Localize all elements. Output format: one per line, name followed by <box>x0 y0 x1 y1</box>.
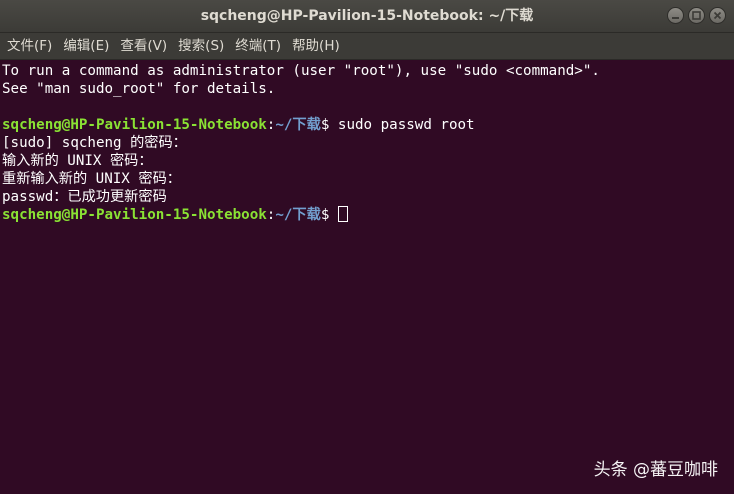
terminal-line: 重新输入新的 UNIX 密码： <box>2 171 181 187</box>
minimize-button[interactable] <box>667 7 684 24</box>
title-bar[interactable]: sqcheng@HP-Pavilion-15-Notebook: ~/下载 <box>0 0 734 33</box>
terminal-line: passwd：已成功更新密码 <box>2 189 167 205</box>
command-text: sudo passwd root <box>337 117 475 133</box>
terminal-line: To run a command as administrator (user … <box>2 63 600 79</box>
menu-item-edit[interactable]: 编辑(E) <box>63 33 109 60</box>
window-title: sqcheng@HP-Pavilion-15-Notebook: ~/下载 <box>200 8 534 24</box>
prompt-path: ~/下载 <box>275 207 321 223</box>
menu-item-search[interactable]: 搜索(S) <box>178 33 224 60</box>
terminal-scrollbar[interactable] <box>728 60 734 494</box>
menu-bar: 文件(F) 编辑(E) 查看(V) 搜索(S) 终端(T) 帮助(H) <box>0 33 734 60</box>
terminal-window: sqcheng@HP-Pavilion-15-Notebook: ~/下载 文件… <box>0 0 734 494</box>
prompt-user: sqcheng@HP-Pavilion-15-Notebook <box>2 117 267 133</box>
terminal-output[interactable]: To run a command as administrator (user … <box>0 60 734 494</box>
prompt-path: ~/下载 <box>275 117 321 133</box>
prompt-dollar: $ <box>320 117 338 133</box>
menu-item-view[interactable]: 查看(V) <box>120 33 167 60</box>
menu-item-help[interactable]: 帮助(H) <box>292 33 340 60</box>
watermark: 头条 @蕃豆咖啡 <box>593 460 718 480</box>
terminal-cursor <box>337 206 348 222</box>
terminal-prompt-line: sqcheng@HP-Pavilion-15-Notebook:~/下载$ su… <box>2 116 734 134</box>
close-button[interactable] <box>709 7 726 24</box>
close-icon <box>713 11 722 20</box>
terminal-prompt-line: sqcheng@HP-Pavilion-15-Notebook:~/下载$ <box>2 206 734 224</box>
minimize-icon <box>672 17 679 19</box>
terminal-line: See "man sudo_root" for details. <box>2 81 276 97</box>
menu-item-file[interactable]: 文件(F) <box>7 33 52 60</box>
prompt-user: sqcheng@HP-Pavilion-15-Notebook <box>2 207 267 223</box>
terminal-line: [sudo] sqcheng 的密码： <box>2 135 187 151</box>
menu-item-terminal[interactable]: 终端(T) <box>235 33 281 60</box>
terminal-line: 输入新的 UNIX 密码： <box>2 153 153 169</box>
window-controls <box>667 7 726 24</box>
prompt-dollar: $ <box>320 207 338 223</box>
maximize-button[interactable] <box>688 7 705 24</box>
maximize-icon <box>692 11 701 20</box>
